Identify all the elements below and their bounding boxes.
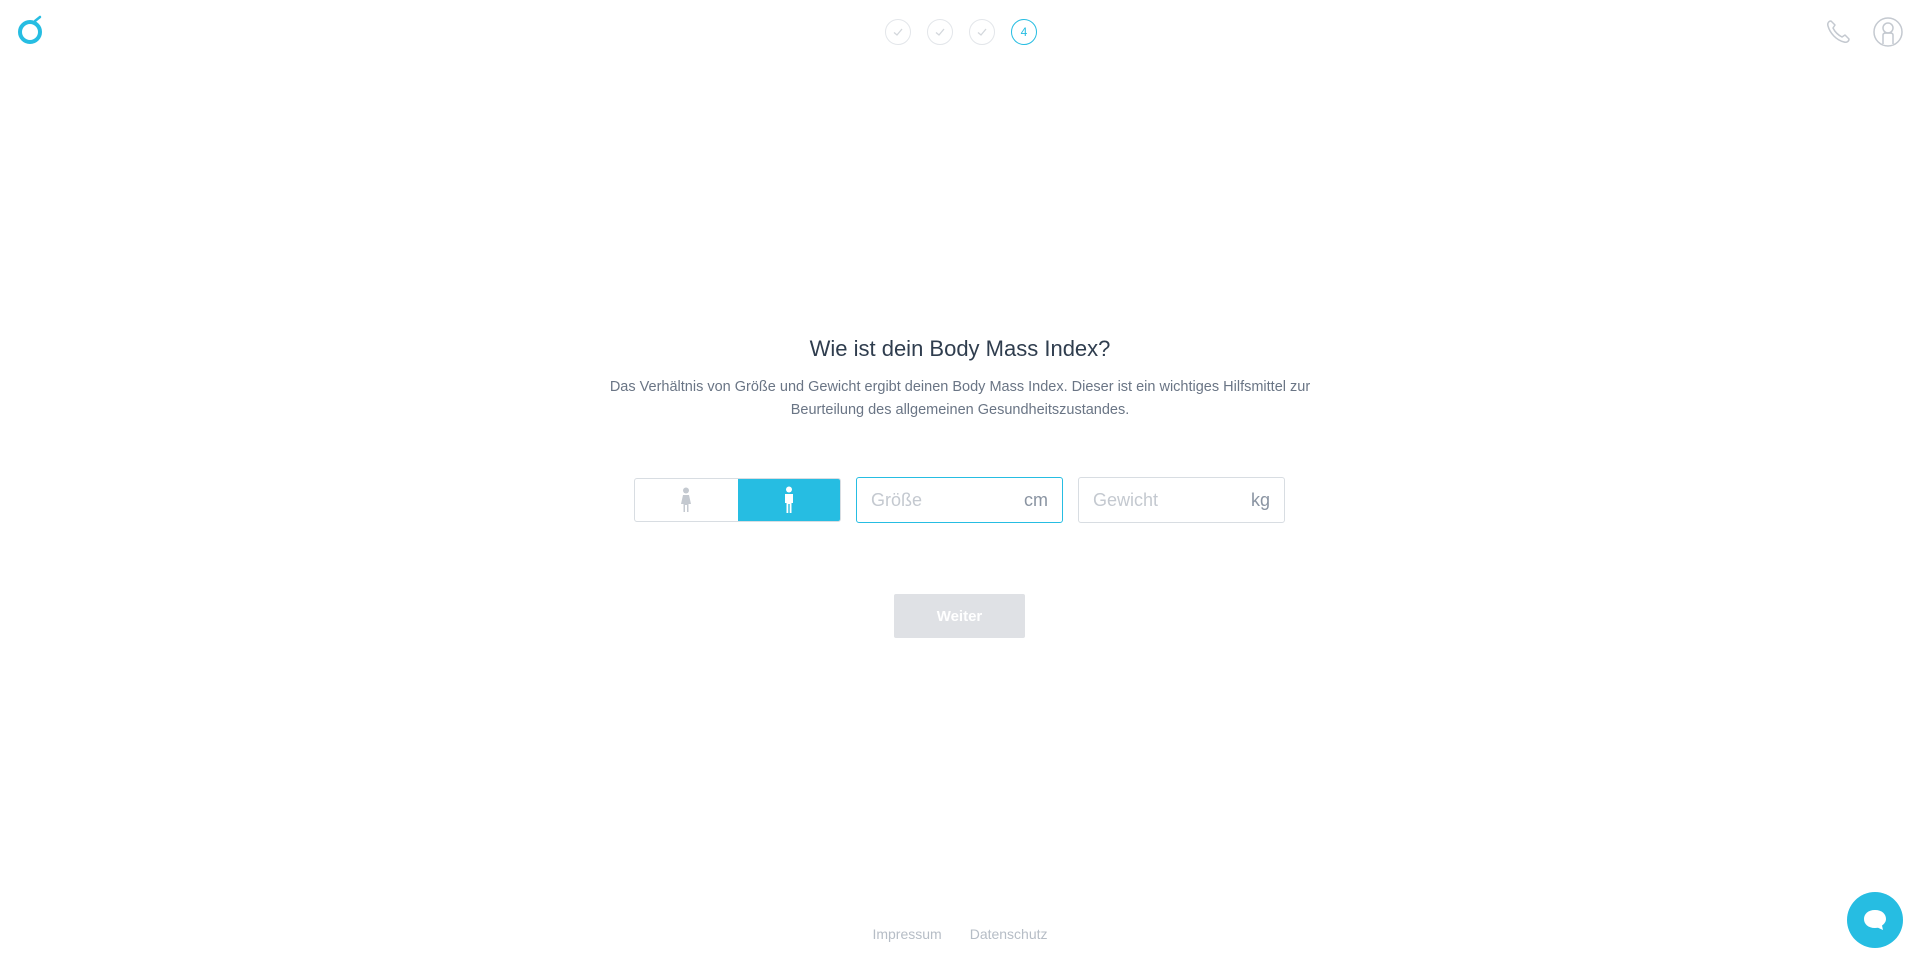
check-icon	[893, 28, 903, 36]
page: 4 Wie ist dein Body Mass Index? Das Verh…	[0, 0, 1920, 964]
phone-icon[interactable]	[1821, 15, 1855, 49]
user-icon[interactable]	[1871, 15, 1905, 49]
male-figure-icon	[784, 486, 793, 513]
gender-option-male[interactable]	[737, 479, 840, 521]
height-unit: cm	[1024, 490, 1048, 510]
check-icon	[935, 28, 945, 36]
bmi-form: cm kg	[634, 477, 1285, 523]
progress-steps: 4	[885, 19, 1037, 45]
page-subtitle: Das Verhältnis von Größe und Gewicht erg…	[609, 379, 1311, 418]
footer-link-impressum[interactable]: Impressum	[872, 926, 941, 942]
next-button[interactable]: Weiter	[894, 594, 1025, 638]
chat-button[interactable]	[1847, 892, 1903, 948]
footer: Impressum Datenschutz	[0, 926, 1920, 942]
weight-unit: kg	[1250, 490, 1270, 510]
logo-icon[interactable]	[15, 15, 47, 47]
female-figure-icon	[681, 487, 692, 512]
weight-field: kg	[1078, 477, 1285, 523]
weight-input[interactable]	[1079, 478, 1247, 522]
footer-link-datenschutz[interactable]: Datenschutz	[970, 926, 1048, 942]
step-3-done	[969, 19, 995, 45]
height-field: cm	[856, 477, 1063, 523]
page-title: Wie ist dein Body Mass Index?	[809, 336, 1111, 361]
gender-option-female[interactable]	[635, 479, 738, 521]
header-actions	[1821, 15, 1905, 49]
step-current: 4	[1011, 19, 1037, 45]
chat-bubble-icon	[1864, 910, 1886, 930]
gender-toggle	[634, 478, 841, 522]
check-icon	[977, 28, 987, 36]
step-2-done	[927, 19, 953, 45]
step-1-done	[885, 19, 911, 45]
step-current-label: 4	[1020, 25, 1028, 39]
height-input[interactable]	[857, 478, 1025, 522]
